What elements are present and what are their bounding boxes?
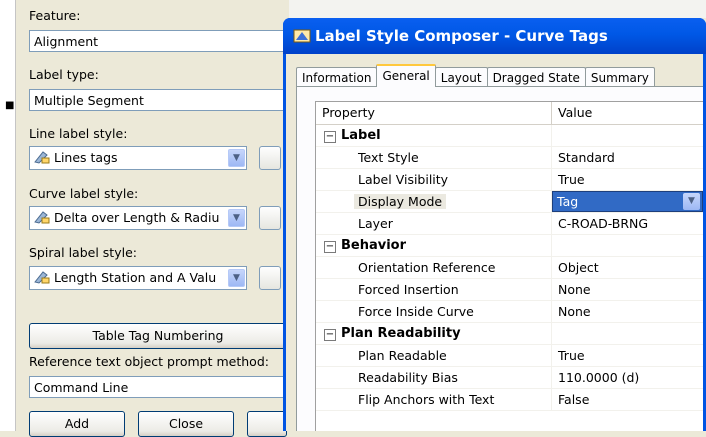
property-name: Forced Insertion [316,279,552,300]
feature-field[interactable]: Alignment [29,30,287,52]
reference-prompt-label: Reference text object prompt method: [29,354,269,369]
app-icon [293,29,311,43]
display-mode-value: Tag [557,194,579,209]
line-label-style-label: Line label style: [29,126,128,141]
property-value[interactable]: None [552,279,703,300]
property-row[interactable]: Label Visibility True [316,169,703,191]
spiral-label-style-label: Spiral label style: [29,245,137,260]
tab-layout[interactable]: Layout [434,67,488,87]
property-row[interactable]: Text Style Standard [316,147,703,169]
property-name: Plan Readable [316,345,552,366]
label-style-icon [34,151,50,164]
collapse-icon[interactable]: − [324,329,336,341]
property-value[interactable]: False [552,389,703,410]
chevron-down-icon[interactable]: ▼ [683,193,700,210]
property-value[interactable]: True [552,345,703,366]
category-plan-readability[interactable]: − Plan Readability [316,323,703,345]
label-style-icon [34,271,50,284]
label-style-icon [34,211,50,224]
label-style-composer-window: Label Style Composer - Curve Tags Inform… [283,18,706,431]
display-mode-select[interactable]: Tag ▼ [552,191,703,212]
chevron-down-icon[interactable]: ▼ [228,269,245,287]
line-label-style-select[interactable]: Lines tags ▼ [29,146,247,170]
property-name: Flip Anchors with Text [316,389,552,410]
tab-general[interactable]: General [376,64,436,87]
spiral-label-style-value: Length Station and A Valu [54,270,217,285]
label-type-field[interactable]: Multiple Segment [29,89,287,111]
property-value[interactable]: Standard [552,147,703,168]
property-value[interactable]: Object [552,257,703,278]
chevron-down-icon[interactable]: ▼ [228,149,245,167]
property-name: Orientation Reference [316,257,552,278]
property-row[interactable]: Force Inside Curve None [316,301,703,323]
edit-curve-style-button[interactable] [259,206,281,230]
feature-label: Feature: [29,8,81,23]
tab-information[interactable]: Information [296,67,378,87]
property-name: Text Style [316,147,552,168]
curve-label-style-select[interactable]: Delta over Length & Radiu ▼ [29,206,247,230]
category-name: Label [341,128,381,143]
grid-header: Property Value [316,102,703,125]
label-type-label: Label type: [29,67,99,82]
property-row[interactable]: Layer C-ROAD-BRNG [316,213,703,235]
line-label-style-value: Lines tags [54,150,118,165]
value-column-header[interactable]: Value [552,102,592,124]
property-grid: Property Value − Label Text Style Standar… [315,101,703,431]
property-value[interactable]: True [552,169,703,190]
property-name: Display Mode [354,194,447,209]
curve-label-style-value: Delta over Length & Radiu [54,210,220,225]
toolbar-strip [289,0,706,18]
tab-summary[interactable]: Summary [584,67,655,87]
collapse-icon[interactable]: − [324,131,336,143]
title-bar[interactable]: Label Style Composer - Curve Tags [283,18,706,54]
edit-spiral-style-button[interactable] [259,266,281,290]
property-name: Force Inside Curve [316,301,552,322]
general-tab-panel: Property Value − Label Text Style Standar… [296,86,703,431]
property-name: Label Visibility [316,169,552,190]
property-column-header[interactable]: Property [316,102,552,124]
property-row[interactable]: Readability Bias 110.0000 (d) [316,367,703,389]
chevron-down-icon[interactable]: ▼ [228,209,245,227]
tab-strip: Information General Layout Dragged State… [296,64,655,87]
property-value[interactable]: None [552,301,703,322]
table-tag-numbering-button[interactable]: Table Tag Numbering [29,323,287,349]
property-row[interactable]: Forced Insertion None [316,279,703,301]
edit-line-style-button[interactable] [259,146,281,170]
property-name: Layer [316,213,552,234]
category-name: Plan Readability [341,326,461,341]
category-behavior[interactable]: − Behavior [316,235,703,257]
property-row[interactable]: Flip Anchors with Text False [316,389,703,411]
category-name: Behavior [341,238,407,253]
property-value[interactable]: 110.0000 (d) [552,367,703,388]
property-row[interactable]: Orientation Reference Object [316,257,703,279]
close-button[interactable]: Close [138,411,234,437]
composer-body: Information General Layout Dragged State… [286,54,703,431]
collapse-icon[interactable]: − [324,241,336,253]
property-row-selected[interactable]: Display Mode Tag ▼ [316,191,703,213]
property-name: Readability Bias [316,367,552,388]
curve-label-style-label: Curve label style: [29,186,139,201]
window-title: Label Style Composer - Curve Tags [315,27,608,45]
add-button[interactable]: Add [29,411,125,437]
category-label[interactable]: − Label [316,125,703,147]
reference-prompt-field[interactable]: Command Line [29,376,287,398]
spiral-label-style-select[interactable]: Length Station and A Valu ▼ [29,266,247,290]
property-value[interactable]: C-ROAD-BRNG [552,213,703,234]
help-button[interactable] [247,411,287,437]
left-panel-edge: ■ [0,0,16,431]
property-row[interactable]: Plan Readable True [316,345,703,367]
tab-dragged-state[interactable]: Dragged State [486,67,586,87]
marker-icon: ■ [5,100,15,111]
